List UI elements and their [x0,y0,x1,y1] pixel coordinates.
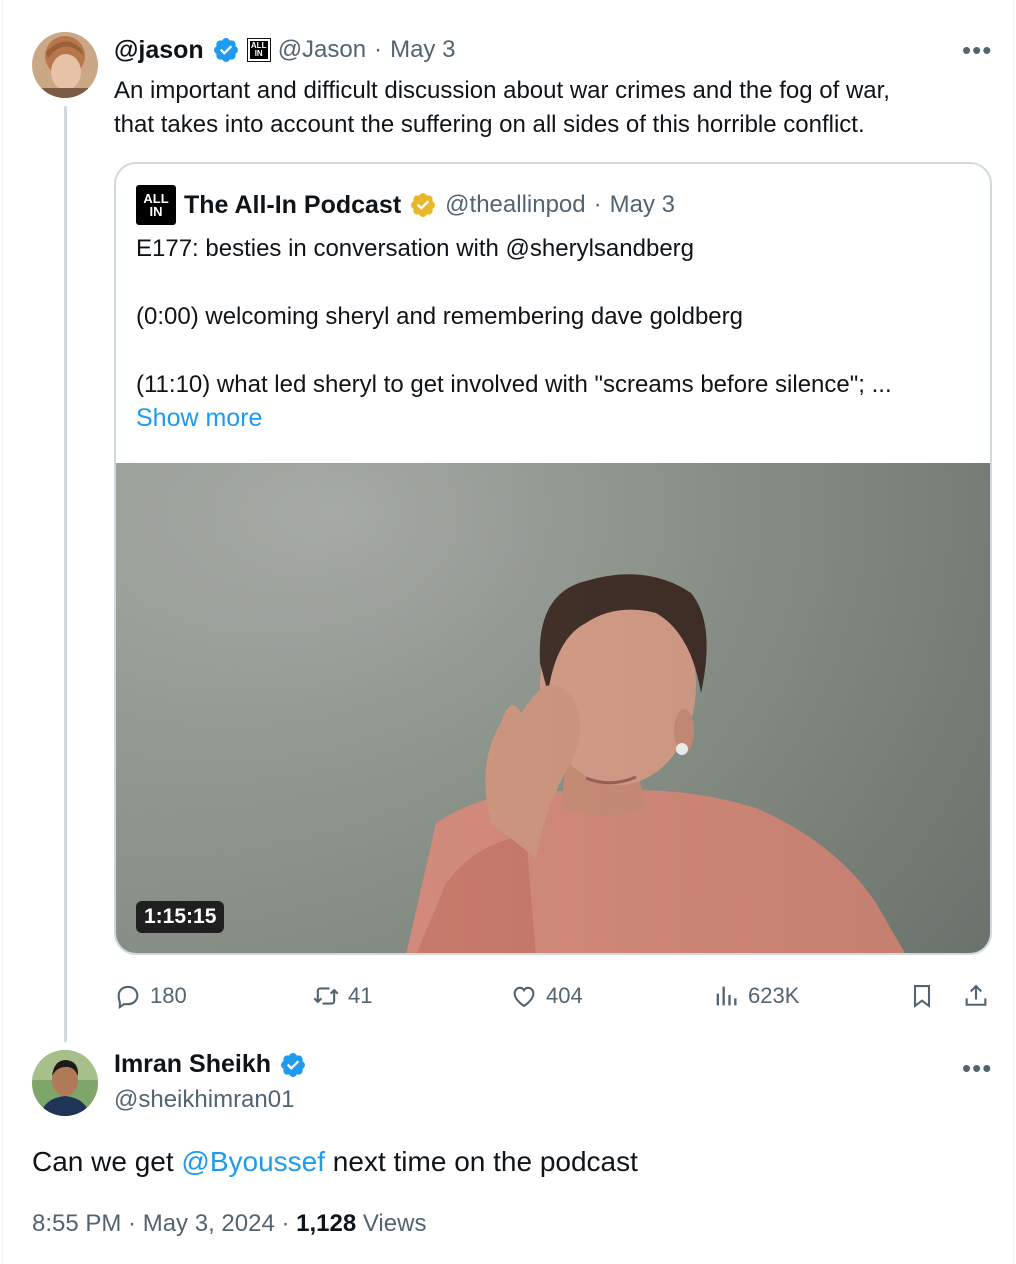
tweet-date[interactable]: May 3 [390,36,455,64]
mention-link[interactable]: @Byoussef [181,1146,325,1177]
bookmark-button[interactable] [908,976,936,1016]
author-display-name[interactable]: @jason [114,36,204,65]
views-button[interactable]: 623K [712,976,799,1016]
reply-text-start: Can we get [32,1146,182,1177]
reply-text: Can we get @Byoussef next time on the po… [32,1144,638,1180]
video-duration-badge: 1:15:15 [136,901,225,933]
separator-dot: · [374,36,383,63]
reply-timestamp[interactable]: 8:55 PM · May 3, 2024 · [32,1210,296,1237]
video-frame-image [116,463,990,953]
quoted-text-line: (11:10) what led sheryl to get involved … [136,371,892,398]
tweet-header: @jason ALL IN @Jason · May 3 [114,32,455,68]
reply-button[interactable]: 180 [114,976,187,1016]
imran-avatar[interactable] [32,1050,98,1116]
separator-dot: · [593,191,602,218]
bookmark-icon [913,985,931,1009]
show-more-link[interactable]: Show more [136,404,262,433]
tweet-text-line: An important and difficult discussion ab… [114,77,890,104]
quoted-tweet-date: May 3 [609,191,675,218]
share-button[interactable] [962,976,990,1016]
more-icon[interactable]: ••• [962,37,992,63]
tweet-text: An important and difficult discussion ab… [114,74,994,142]
tweet-action-bar: 180 41 404 623K [114,976,994,1016]
reply-views-count: 1,128 [296,1210,357,1237]
repost-count: 41 [348,983,373,1008]
allin-podcast-avatar: ALL IN [136,185,176,225]
reply-text-end: next time on the podcast [325,1146,638,1177]
reply-views-label: Views [356,1210,427,1237]
thread-connector-line [64,106,67,1042]
quoted-author-handle: @theallinpod [445,191,586,218]
like-button[interactable]: 404 [510,976,583,1016]
verified-badge-icon [281,1052,305,1077]
affiliate-badge-logo[interactable]: ALL IN [246,38,271,62]
reply-icon [117,985,139,1010]
reply-author-handle[interactable]: @sheikhimran01 [114,1086,294,1114]
reply-meta: 8:55 PM · May 3, 2024 · 1,128 Views [32,1210,426,1238]
views-icon [716,986,737,1006]
share-icon [965,984,987,1006]
quoted-tweet-card[interactable]: ALL IN The All-In Podcast @theallinpod · … [114,162,992,955]
more-icon[interactable]: ••• [962,1055,992,1081]
quoted-tweet-header: ALL IN The All-In Podcast @theallinpod · … [136,185,675,225]
verified-badge-icon [213,38,238,62]
verified-gold-badge-icon [411,193,436,217]
video-player[interactable]: 1:15:15 [116,463,990,953]
quoted-author-name: The All-In Podcast [184,190,402,219]
repost-button[interactable]: 41 [312,976,372,1016]
views-count: 623K [748,983,800,1008]
author-handle[interactable]: @Jason [278,36,366,64]
tweet-text-line: that takes into account the suffering on… [114,111,865,138]
reply-count: 180 [150,983,187,1008]
repost-icon [313,987,339,1005]
like-icon [513,986,535,1008]
jason-avatar[interactable] [32,32,98,98]
like-count: 404 [546,983,583,1008]
reply-header: Imran Sheikh [114,1050,307,1079]
quoted-text-line: E177: besties in conversation with @sher… [136,235,694,262]
reply-author-name[interactable]: Imran Sheikh [114,1050,271,1079]
quoted-text-line: (0:00) welcoming sheryl and remembering … [136,303,743,330]
